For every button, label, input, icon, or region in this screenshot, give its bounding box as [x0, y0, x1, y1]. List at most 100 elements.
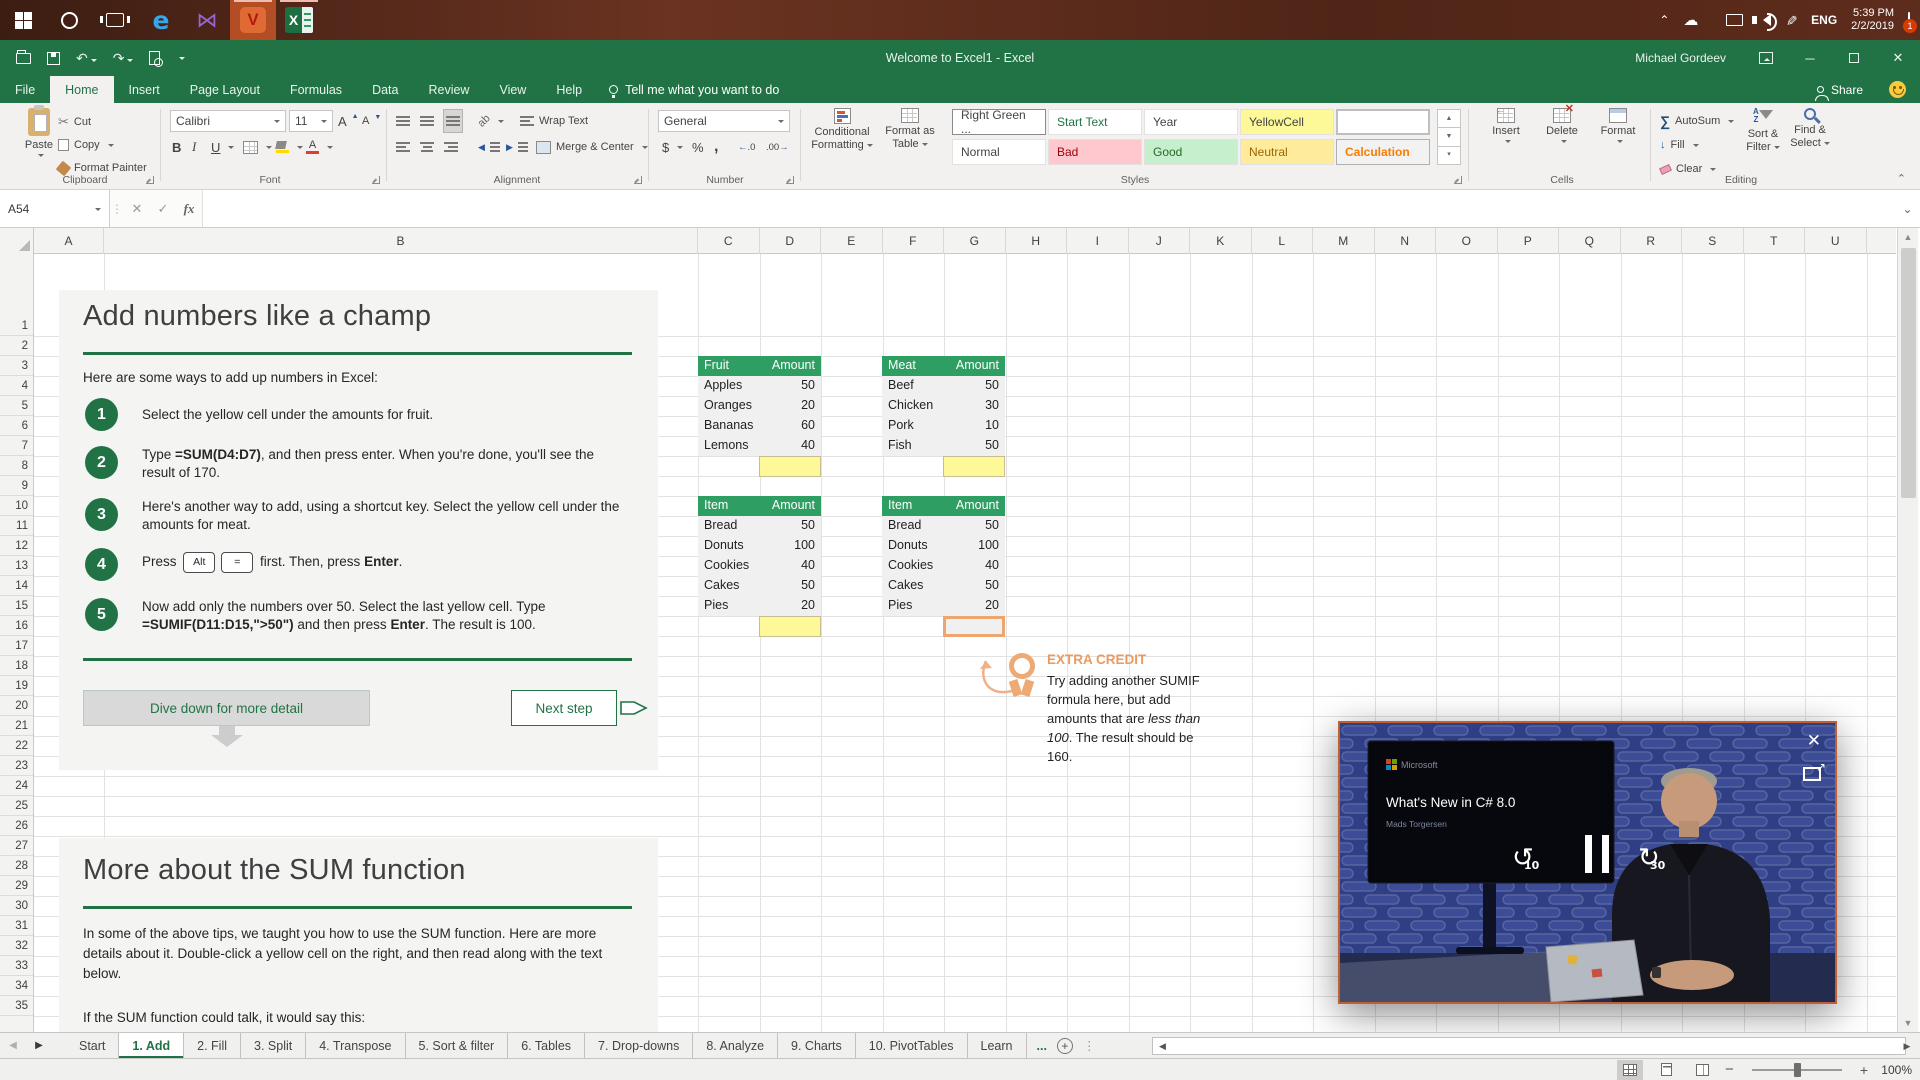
alignment-dialog-launcher[interactable] — [634, 176, 642, 184]
vivaldi-taskbar-button[interactable]: V — [230, 0, 276, 40]
cancel-entry-icon[interactable]: ✕ — [124, 201, 150, 217]
column-header[interactable]: G — [944, 228, 1006, 254]
zoom-in-button[interactable]: + — [1860, 1062, 1868, 1078]
name-box[interactable]: A54 — [0, 190, 110, 227]
visual-studio-taskbar-button[interactable]: ⋈ — [184, 0, 230, 40]
close-button[interactable]: ✕ — [1876, 40, 1920, 76]
table-row[interactable]: Cookies40 — [882, 556, 1005, 576]
row-header[interactable]: 25 — [0, 796, 33, 816]
column-header[interactable]: P — [1498, 228, 1560, 254]
normal-view-button[interactable] — [1617, 1060, 1643, 1080]
delete-cells-button[interactable]: ✕ Delete — [1536, 108, 1588, 172]
action-center-button[interactable]: 1 — [1908, 13, 1910, 27]
table-row[interactable]: Fish50 — [882, 436, 1005, 456]
row-header[interactable]: 5 — [0, 396, 33, 416]
decrease-indent-button[interactable]: ◀ — [478, 136, 500, 158]
font-color-button[interactable]: A — [306, 136, 333, 158]
column-header[interactable]: J — [1129, 228, 1191, 254]
network-display-icon[interactable] — [1726, 14, 1743, 26]
column-header[interactable]: L — [1252, 228, 1314, 254]
redo-icon[interactable]: ↷ — [113, 50, 134, 67]
sheet-tab[interactable]: 1. Add — [119, 1033, 184, 1058]
row-header[interactable]: 14 — [0, 576, 33, 596]
row-header[interactable]: 28 — [0, 856, 33, 876]
top-align-button[interactable] — [396, 110, 410, 132]
vertical-scrollbar[interactable]: ▲ ▼ — [1897, 228, 1918, 1032]
video-player-overlay[interactable]: Microsoft What's New in C# 8.0 Mads Torg… — [1338, 721, 1837, 1004]
fill-button[interactable]: ↓Fill — [1660, 134, 1699, 156]
align-left-button[interactable] — [396, 136, 410, 158]
font-name-combo[interactable]: Calibri — [170, 110, 286, 132]
percent-style-button[interactable]: % — [692, 136, 704, 158]
column-header[interactable]: T — [1744, 228, 1806, 254]
tray-chevron-icon[interactable]: ⌃ — [1659, 13, 1669, 27]
table-row[interactable]: Chicken30 — [882, 396, 1005, 416]
column-header[interactable]: K — [1190, 228, 1252, 254]
column-header[interactable]: O — [1436, 228, 1498, 254]
row-header[interactable]: 21 — [0, 716, 33, 736]
column-header[interactable]: N — [1375, 228, 1437, 254]
row-header[interactable]: 10 — [0, 496, 33, 516]
cell-style-calculation[interactable]: Calculation — [1336, 139, 1430, 165]
column-header[interactable]: C — [698, 228, 760, 254]
sort-filter-button[interactable]: AZ Sort & Filter — [1740, 108, 1786, 172]
row-header[interactable]: 16 — [0, 616, 33, 636]
vertical-scroll-thumb[interactable] — [1901, 248, 1916, 498]
orientation-button[interactable]: ab — [478, 110, 504, 132]
align-right-button[interactable] — [444, 136, 458, 158]
row-header[interactable]: 8 — [0, 456, 33, 476]
decrease-decimal-button[interactable]: .00→ — [766, 136, 789, 158]
gallery-more-icon[interactable]: ▾ — [1437, 147, 1461, 165]
sheet-tab[interactable]: 9. Charts — [778, 1033, 856, 1058]
zoom-slider-thumb[interactable] — [1794, 1063, 1801, 1077]
cell-style-empty[interactable] — [1336, 109, 1430, 135]
italic-button[interactable]: I — [192, 136, 196, 158]
scroll-down-icon[interactable]: ▼ — [1898, 1014, 1918, 1032]
cortana-button[interactable] — [46, 0, 92, 40]
cell-style-neutral[interactable]: Neutral — [1240, 139, 1334, 165]
row-header[interactable]: 3 — [0, 356, 33, 376]
row-header[interactable]: 6 — [0, 416, 33, 436]
sheet-tab[interactable]: 3. Split — [241, 1033, 306, 1058]
row-header[interactable]: 32 — [0, 936, 33, 956]
column-header[interactable]: U — [1805, 228, 1867, 254]
row-header[interactable]: 24 — [0, 776, 33, 796]
format-as-table-button[interactable]: Format as Table — [880, 108, 940, 172]
horizontal-scrollbar[interactable]: ◀ — [1152, 1037, 1906, 1055]
row-header[interactable]: 13 — [0, 556, 33, 576]
ribbon-tab[interactable]: File — [0, 76, 50, 103]
collapse-ribbon-icon[interactable]: ⌃ — [1897, 172, 1906, 185]
cell-style-year[interactable]: Year — [1144, 109, 1238, 135]
clock[interactable]: 5:39 PM2/2/2019 — [1851, 7, 1894, 33]
table-row[interactable]: Pies20 — [698, 596, 821, 616]
open-icon[interactable] — [16, 53, 31, 64]
select-all-button[interactable] — [0, 228, 34, 254]
table-row[interactable]: Cakes50 — [882, 576, 1005, 596]
column-header[interactable]: H — [1006, 228, 1068, 254]
cell-style-normal[interactable]: Normal — [952, 139, 1046, 165]
sheet-tab[interactable]: 7. Drop-downs — [585, 1033, 693, 1058]
sheet-tab[interactable]: 6. Tables — [508, 1033, 585, 1058]
middle-align-button[interactable] — [420, 110, 434, 132]
table-row[interactable]: Donuts100 — [882, 536, 1005, 556]
row-header[interactable]: 1 — [0, 254, 33, 336]
start-button[interactable] — [0, 0, 46, 40]
sheet-tab[interactable]: 4. Transpose — [306, 1033, 405, 1058]
sheet-tab[interactable]: 8. Analyze — [693, 1033, 778, 1058]
sheet-tab[interactable]: 10. PivotTables — [856, 1033, 968, 1058]
zoom-out-button[interactable]: − — [1725, 1061, 1734, 1078]
task-view-button[interactable] — [92, 0, 138, 40]
increase-indent-button[interactable]: ▶ — [506, 136, 528, 158]
rewind-10-button[interactable]: ↺10 — [1512, 843, 1534, 873]
clipboard-dialog-launcher[interactable] — [146, 176, 154, 184]
cell-style-good[interactable]: Good — [1144, 139, 1238, 165]
row-header[interactable]: 31 — [0, 916, 33, 936]
shrink-font-button[interactable]: A▼ — [362, 110, 381, 132]
row-header[interactable]: 29 — [0, 876, 33, 896]
item-sumif-yellow-cell[interactable] — [759, 616, 821, 637]
column-header[interactable]: Q — [1559, 228, 1621, 254]
column-header[interactable]: I — [1067, 228, 1129, 254]
table-row[interactable]: Cookies40 — [698, 556, 821, 576]
video-close-button[interactable]: ✕ — [1807, 731, 1821, 751]
copy-button[interactable]: Copy — [58, 134, 114, 156]
